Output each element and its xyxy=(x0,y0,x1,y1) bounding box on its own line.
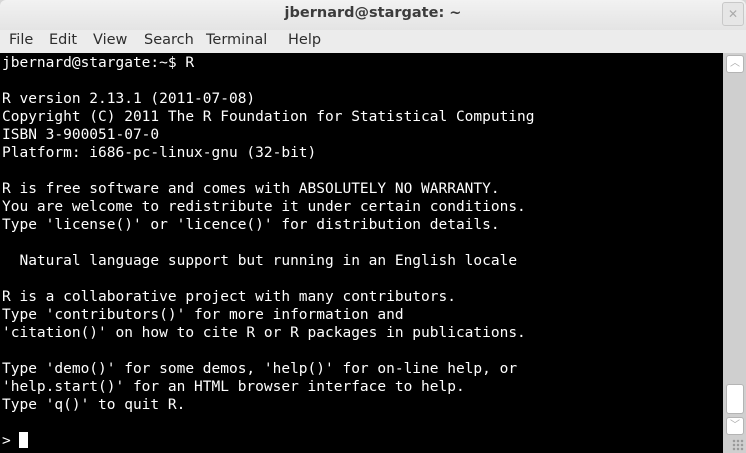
close-button[interactable]: ✕ xyxy=(722,2,744,26)
terminal-line: R is free software and comes with ABSOLU… xyxy=(2,181,500,197)
scrollbar-thumb[interactable] xyxy=(726,384,744,414)
menu-edit[interactable]: Edit xyxy=(49,32,77,48)
menu-terminal[interactable]: Terminal xyxy=(206,32,267,48)
menu-bar: File Edit View Search Terminal Help xyxy=(0,30,746,53)
title-bar: jbernard@stargate: ~ ✕ xyxy=(0,0,746,30)
scroll-down-button[interactable]: ﹀ xyxy=(726,417,744,435)
prompt: > xyxy=(2,433,20,449)
terminal-line: 'citation()' on how to cite R or R packa… xyxy=(2,325,526,341)
terminal-line: Type 'demo()' for some demos, 'help()' f… xyxy=(2,361,518,377)
terminal-line: Type 'license()' or 'licence()' for dist… xyxy=(2,217,500,233)
chevron-up-icon: ︿ xyxy=(730,58,740,69)
terminal-line: Type 'contributors()' for more informati… xyxy=(2,307,404,323)
terminal-line: Natural language support but running in … xyxy=(2,253,518,269)
resize-grip-icon[interactable] xyxy=(732,439,744,451)
window-title: jbernard@stargate: ~ xyxy=(284,5,462,21)
menu-view[interactable]: View xyxy=(93,32,127,48)
scroll-up-button[interactable]: ︿ xyxy=(726,55,744,73)
terminal-line: ISBN 3-900051-07-0 xyxy=(2,127,160,143)
terminal-line: Type 'q()' to quit R. xyxy=(2,397,186,413)
terminal-line: 'help.start()' for an HTML browser inter… xyxy=(2,379,465,395)
menu-file[interactable]: File xyxy=(9,32,33,48)
text-cursor xyxy=(19,432,29,448)
terminal-line: jbernard@stargate:~$ R xyxy=(2,55,195,71)
close-icon: ✕ xyxy=(727,7,739,21)
terminal-line: Platform: i686-pc-linux-gnu (32-bit) xyxy=(2,145,317,161)
menu-search[interactable]: Search xyxy=(144,32,194,48)
terminal-output[interactable]: jbernard@stargate:~$ R R version 2.13.1 (… xyxy=(0,53,723,453)
menu-help[interactable]: Help xyxy=(288,32,321,48)
terminal-line: R is a collaborative project with many c… xyxy=(2,289,456,305)
vertical-scrollbar[interactable]: ︿ ﹀ xyxy=(723,53,746,453)
terminal-line: You are welcome to redistribute it under… xyxy=(2,199,526,215)
terminal-line: Copyright (C) 2011 The R Foundation for … xyxy=(2,109,535,125)
chevron-down-icon: ﹀ xyxy=(730,420,740,431)
terminal-line: R version 2.13.1 (2011-07-08) xyxy=(2,91,256,107)
